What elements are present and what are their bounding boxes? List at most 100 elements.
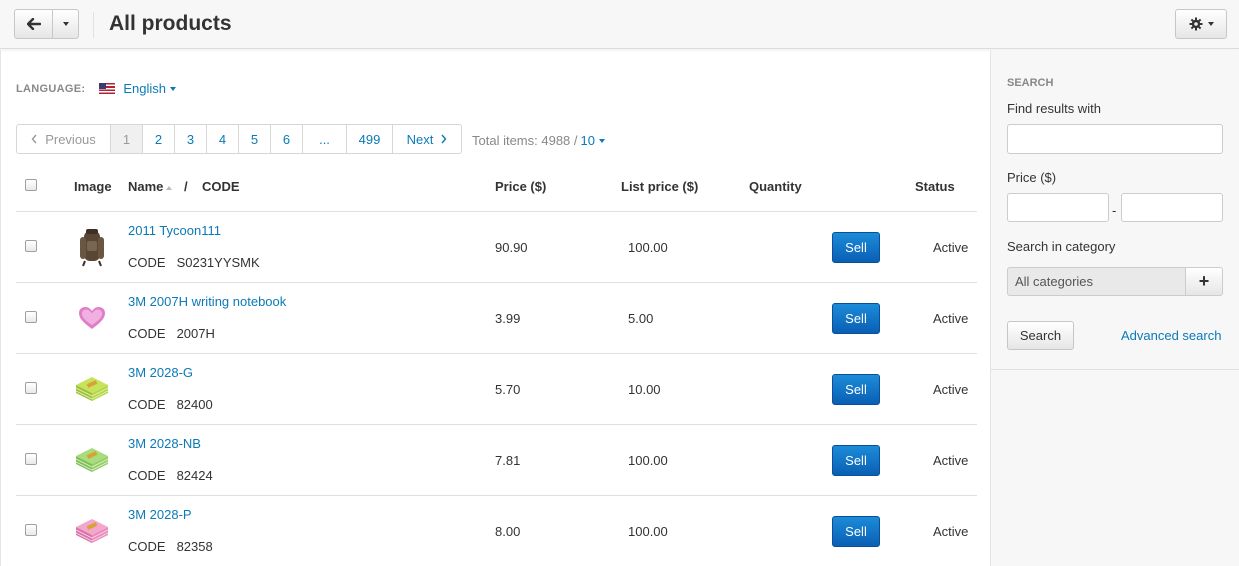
- product-code-value: 82424: [176, 468, 213, 483]
- pagination-page-1[interactable]: 1: [110, 125, 142, 153]
- language-selector: LANGUAGE: English: [16, 81, 176, 96]
- language-dropdown[interactable]: English: [123, 81, 176, 96]
- language-label: LANGUAGE:: [16, 82, 86, 95]
- chevron-down-icon: [1207, 22, 1214, 26]
- back-history-dropdown[interactable]: [53, 9, 79, 39]
- pagination-next-label: Next: [406, 131, 434, 147]
- sell-button[interactable]: Sell: [832, 516, 880, 547]
- column-price-sort[interactable]: Price ($): [495, 179, 546, 194]
- product-list-price: 100.00: [628, 453, 668, 468]
- heart-notes-image: [79, 307, 105, 329]
- pagination-page-6[interactable]: 6: [270, 125, 302, 153]
- back-button[interactable]: [14, 9, 53, 39]
- pagination-page-4[interactable]: 4: [206, 125, 238, 153]
- product-code-label: CODE: [128, 468, 166, 483]
- column-quantity-sort[interactable]: Quantity: [749, 179, 802, 194]
- row-checkbox[interactable]: [25, 524, 37, 536]
- pagination-previous[interactable]: Previous: [17, 125, 110, 153]
- product-price: 3.99: [495, 311, 521, 326]
- pink-notes-image: [75, 519, 109, 543]
- row-checkbox[interactable]: [25, 311, 37, 323]
- product-image[interactable]: [74, 440, 110, 480]
- product-code: CODE 82424: [128, 468, 213, 483]
- column-status-sort[interactable]: Status: [915, 179, 955, 194]
- status-badge[interactable]: Active: [933, 311, 968, 326]
- column-image: Image: [74, 179, 112, 194]
- pagination-page-last[interactable]: 499: [346, 125, 392, 153]
- sell-button[interactable]: Sell: [832, 303, 880, 334]
- category-field[interactable]: All categories: [1007, 267, 1185, 296]
- chevron-down-icon: [598, 138, 605, 143]
- items-per-page-value: 10: [580, 133, 595, 148]
- plus-icon: +: [1198, 271, 1210, 291]
- status-badge[interactable]: Active: [933, 453, 968, 468]
- product-price: 5.70: [495, 382, 521, 397]
- search-panel-title: SEARCH: [1007, 77, 1054, 89]
- product-name-link[interactable]: 3M 2028-NB: [128, 436, 201, 451]
- sell-button[interactable]: Sell: [832, 232, 880, 263]
- price-to-input[interactable]: [1121, 193, 1223, 222]
- chevron-left-icon: [31, 134, 37, 144]
- product-name-link[interactable]: 3M 2028-G: [128, 365, 193, 380]
- pagination-ellipsis[interactable]: ...: [302, 125, 346, 153]
- table-row: 3M 2028-G CODE 82400 5.70 10.00 Sell Acti…: [16, 354, 977, 425]
- row-checkbox[interactable]: [25, 453, 37, 465]
- status-badge[interactable]: Active: [933, 240, 968, 255]
- pagination-page-2[interactable]: 2: [142, 125, 174, 153]
- price-range-separator: -: [1112, 203, 1117, 218]
- column-name-sort[interactable]: Name: [128, 179, 173, 194]
- table-row: 2011 Tycoon111 CODE S0231YYSMK 90.90 100.…: [16, 212, 977, 283]
- product-code-value: 2007H: [176, 326, 215, 341]
- row-checkbox[interactable]: [25, 240, 37, 252]
- gear-icon: [1189, 17, 1202, 31]
- status-badge[interactable]: Active: [933, 382, 968, 397]
- chevron-down-icon: [169, 86, 176, 91]
- product-name-link[interactable]: 3M 2028-P: [128, 507, 192, 522]
- find-results-input[interactable]: [1007, 124, 1223, 154]
- product-price: 8.00: [495, 524, 521, 539]
- language-value: English: [123, 81, 166, 96]
- search-category-label: Search in category: [1007, 239, 1116, 254]
- product-code-label: CODE: [128, 539, 166, 554]
- search-panel: SEARCH Find results with Price ($) - Sea…: [991, 50, 1239, 370]
- category-picker: All categories +: [1007, 267, 1223, 296]
- column-code-sort[interactable]: CODE: [202, 179, 240, 194]
- product-name-link[interactable]: 2011 Tycoon111: [128, 223, 221, 238]
- top-toolbar: All products: [0, 0, 1239, 49]
- search-button[interactable]: Search: [1007, 321, 1074, 350]
- table-row: 3M 2028-P CODE 82358 8.00 100.00 Sell Act…: [16, 496, 977, 566]
- sell-button[interactable]: Sell: [832, 374, 880, 405]
- product-code-value: S0231YYSMK: [176, 255, 260, 270]
- row-checkbox[interactable]: [25, 382, 37, 394]
- add-category-button[interactable]: +: [1185, 267, 1223, 296]
- status-badge[interactable]: Active: [933, 524, 968, 539]
- chevron-right-icon: [441, 134, 447, 144]
- divider: [93, 12, 94, 38]
- pagination-next[interactable]: Next: [392, 125, 461, 153]
- product-list-price: 100.00: [628, 524, 668, 539]
- price-from-input[interactable]: [1007, 193, 1109, 222]
- search-sidebar: SEARCH Find results with Price ($) - Sea…: [990, 50, 1239, 566]
- advanced-search-link[interactable]: Advanced search: [1121, 328, 1221, 343]
- product-image[interactable]: [74, 511, 110, 551]
- settings-button[interactable]: [1175, 9, 1227, 39]
- product-image[interactable]: [74, 369, 110, 409]
- back-button-group: [14, 9, 79, 39]
- chevron-down-icon: [62, 22, 69, 26]
- arrow-left-icon: [26, 18, 41, 30]
- total-items-label: Total items: 4988 /: [472, 133, 578, 148]
- product-image[interactable]: [74, 298, 110, 338]
- us-flag-icon: [99, 83, 116, 94]
- select-all-checkbox[interactable]: [25, 179, 37, 191]
- sort-asc-icon: [166, 185, 173, 190]
- product-price: 7.81: [495, 453, 521, 468]
- product-name-link[interactable]: 3M 2007H writing notebook: [128, 294, 286, 309]
- pagination-page-3[interactable]: 3: [174, 125, 206, 153]
- sell-button[interactable]: Sell: [832, 445, 880, 476]
- product-image[interactable]: [74, 227, 110, 267]
- column-list-price-sort[interactable]: List price ($): [621, 179, 698, 194]
- product-code-label: CODE: [128, 326, 166, 341]
- pagination-page-5[interactable]: 5: [238, 125, 270, 153]
- items-per-page-dropdown[interactable]: 10: [581, 133, 605, 148]
- page-title: All products: [109, 12, 232, 35]
